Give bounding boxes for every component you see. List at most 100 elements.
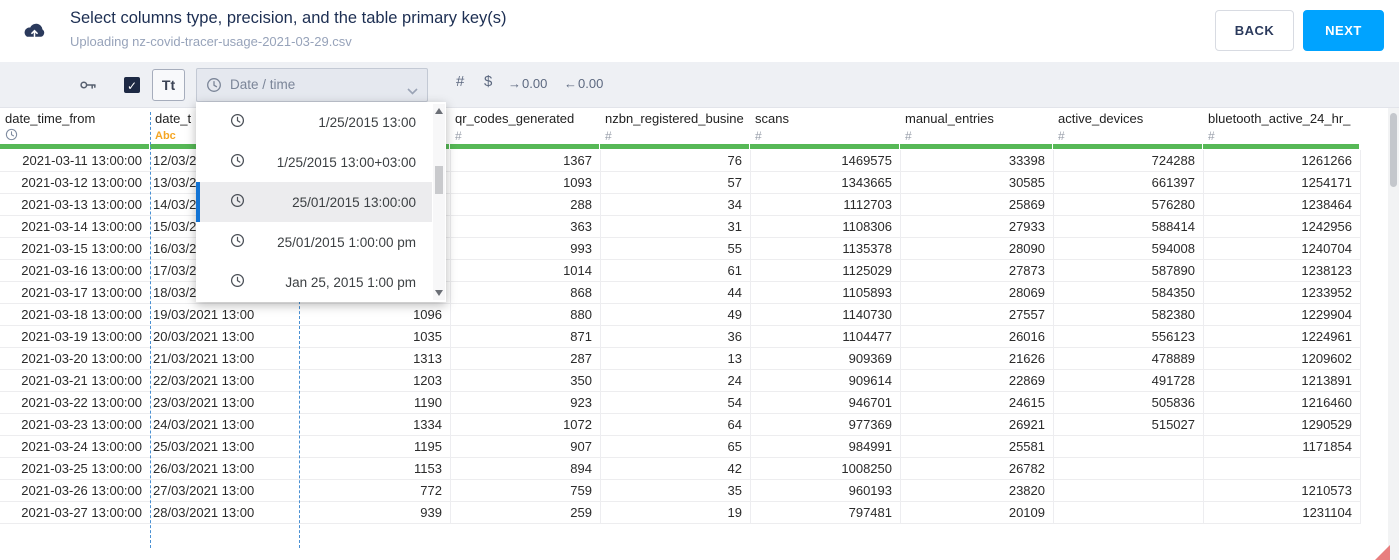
table-cell: 35 bbox=[727, 483, 742, 498]
table-cell: 1367 bbox=[563, 153, 592, 168]
table-cell: 2021-03-17 13:00:00 bbox=[21, 285, 142, 300]
dropdown-scrollbar-thumb[interactable] bbox=[435, 166, 443, 194]
increase-decimal-button[interactable]: →0.00 bbox=[508, 76, 547, 91]
format-option[interactable]: Jan 25, 2015 1:00 pm bbox=[196, 262, 432, 302]
column-quality-bar bbox=[600, 144, 749, 149]
table-cell: 65 bbox=[727, 439, 742, 454]
table-cell: 57 bbox=[727, 175, 742, 190]
decrease-decimal-button[interactable]: ←0.00 bbox=[564, 76, 603, 91]
dropdown-scrollbar[interactable] bbox=[433, 104, 445, 300]
table-cell: 1125029 bbox=[842, 263, 892, 278]
table-cell: 28090 bbox=[1008, 241, 1045, 256]
column-name: nzbn_registered_busine bbox=[605, 111, 744, 126]
clock-icon bbox=[230, 153, 245, 171]
format-option-selected[interactable]: 25/01/2015 13:00:00 bbox=[196, 182, 432, 222]
csv-upload-wizard: Select columns type, precision, and the … bbox=[0, 0, 1399, 560]
table-cell: 909614 bbox=[848, 373, 892, 388]
clock-icon bbox=[230, 193, 245, 211]
datetime-format-select[interactable]: Date / time bbox=[196, 68, 428, 102]
scroll-down-icon[interactable] bbox=[435, 290, 443, 296]
column-header-active_devices[interactable]: active_devices # bbox=[1053, 108, 1203, 150]
table-cell: 1254171 bbox=[1301, 175, 1352, 190]
datetime-format-value: Date / time bbox=[230, 77, 296, 92]
number-type-button[interactable]: # bbox=[456, 73, 464, 90]
back-button[interactable]: BACK bbox=[1215, 10, 1294, 51]
text-type-indicator: Abc bbox=[155, 130, 176, 142]
column-header-qr_codes_generated[interactable]: qr_codes_generated # bbox=[450, 108, 600, 150]
primary-key-icon[interactable] bbox=[78, 75, 98, 100]
chevron-down-icon bbox=[407, 82, 418, 100]
include-column-checkbox[interactable]: ✓ bbox=[124, 77, 140, 93]
next-button[interactable]: NEXT bbox=[1303, 10, 1384, 51]
left-arrow-icon: ← bbox=[564, 76, 577, 91]
datetime-format-dropdown: 1/25/2015 13:00 1/25/2015 13:00+03:00 25/0… bbox=[196, 102, 446, 302]
table-cell: 76 bbox=[727, 153, 742, 168]
column-header-bluetooth_active_24_hr_[interactable]: bluetooth_active_24_hr_ # bbox=[1203, 108, 1360, 150]
table-cell: 772 bbox=[420, 483, 442, 498]
table-cell: 871 bbox=[570, 329, 592, 344]
table-cell: 1014 bbox=[563, 263, 592, 278]
column-quality-bar bbox=[1203, 144, 1359, 149]
format-option[interactable]: 1/25/2015 13:00+03:00 bbox=[196, 142, 432, 182]
table-cell: 478889 bbox=[1151, 351, 1195, 366]
table-cell: 25/03/2021 13:00 bbox=[153, 439, 255, 454]
table-cell: 582380 bbox=[1151, 307, 1195, 322]
selected-column-left-boundary[interactable] bbox=[150, 112, 151, 548]
table-cell: 26921 bbox=[1008, 417, 1045, 432]
table-cell: 1290529 bbox=[1301, 417, 1352, 432]
number-type-indicator: # bbox=[1058, 129, 1065, 143]
table-cell: 23/03/2021 13:00 bbox=[153, 395, 255, 410]
text-type-button[interactable]: Tt bbox=[152, 69, 185, 101]
table-cell: 1140730 bbox=[842, 307, 892, 322]
table-cell: 19 bbox=[727, 505, 742, 520]
table-cell: 880 bbox=[570, 307, 592, 322]
vertical-scrollbar[interactable] bbox=[1388, 108, 1399, 560]
clock-icon bbox=[230, 233, 245, 251]
table-cell: 587890 bbox=[1151, 263, 1195, 278]
table-cell: 26782 bbox=[1008, 461, 1045, 476]
table-cell: 26016 bbox=[1008, 329, 1045, 344]
table-cell: 22/03/2021 13:00 bbox=[153, 373, 255, 388]
table-cell: 350 bbox=[570, 373, 592, 388]
column-quality-bar bbox=[750, 144, 899, 149]
column-quality-bar bbox=[0, 144, 149, 149]
decimal-label: 0.00 bbox=[522, 76, 548, 91]
column-header-scans[interactable]: scans # bbox=[750, 108, 900, 150]
table-cell: 894 bbox=[570, 461, 592, 476]
column-header-nzbn_registered_busine[interactable]: nzbn_registered_busine # bbox=[600, 108, 750, 150]
column-gridline bbox=[1360, 150, 1361, 524]
table-cell: 1240704 bbox=[1301, 241, 1352, 256]
table-cell: 1108306 bbox=[842, 219, 892, 234]
format-option-label: 1/25/2015 13:00+03:00 bbox=[276, 154, 416, 170]
table-cell: 556123 bbox=[1151, 329, 1195, 344]
table-row: 2021-03-23 13:00:00 24/03/2021 13:00 1334 1… bbox=[0, 414, 1360, 436]
column-header-date_time_from[interactable]: date_time_from bbox=[0, 108, 150, 150]
table-cell: 907 bbox=[570, 439, 592, 454]
table-cell: 1203 bbox=[413, 373, 442, 388]
format-option-label: 25/01/2015 1:00:00 pm bbox=[277, 234, 416, 250]
table-cell: 363 bbox=[570, 219, 592, 234]
table-cell: 1261266 bbox=[1301, 153, 1352, 168]
table-cell: 27557 bbox=[1008, 307, 1045, 322]
column-name: manual_entries bbox=[905, 111, 994, 126]
column-name: active_devices bbox=[1058, 111, 1144, 126]
table-cell bbox=[1203, 458, 1360, 479]
table-cell: 1072 bbox=[563, 417, 592, 432]
table-row: 2021-03-26 13:00:00 27/03/2021 13:00 772 75… bbox=[0, 480, 1360, 502]
table-cell: 20109 bbox=[1008, 505, 1045, 520]
currency-type-button[interactable]: $ bbox=[484, 73, 492, 90]
format-option[interactable]: 25/01/2015 1:00:00 pm bbox=[196, 222, 432, 262]
table-cell: 1190 bbox=[414, 395, 442, 410]
table-cell: 1233952 bbox=[1301, 285, 1352, 300]
scroll-up-icon[interactable] bbox=[435, 108, 443, 114]
check-icon: ✓ bbox=[126, 79, 138, 93]
decimal-label: 0.00 bbox=[578, 76, 604, 91]
table-cell: 2021-03-19 13:00:00 bbox=[21, 329, 142, 344]
vertical-scrollbar-thumb[interactable] bbox=[1390, 113, 1397, 187]
table-row: 2021-03-19 13:00:00 20/03/2021 13:00 1035 8… bbox=[0, 326, 1360, 348]
format-option[interactable]: 1/25/2015 13:00 bbox=[196, 102, 432, 142]
table-cell: 2021-03-25 13:00:00 bbox=[21, 461, 142, 476]
format-option-label: Jan 25, 2015 1:00 pm bbox=[285, 274, 416, 290]
column-header-manual_entries[interactable]: manual_entries # bbox=[900, 108, 1053, 150]
table-cell: 26/03/2021 13:00 bbox=[153, 461, 255, 476]
